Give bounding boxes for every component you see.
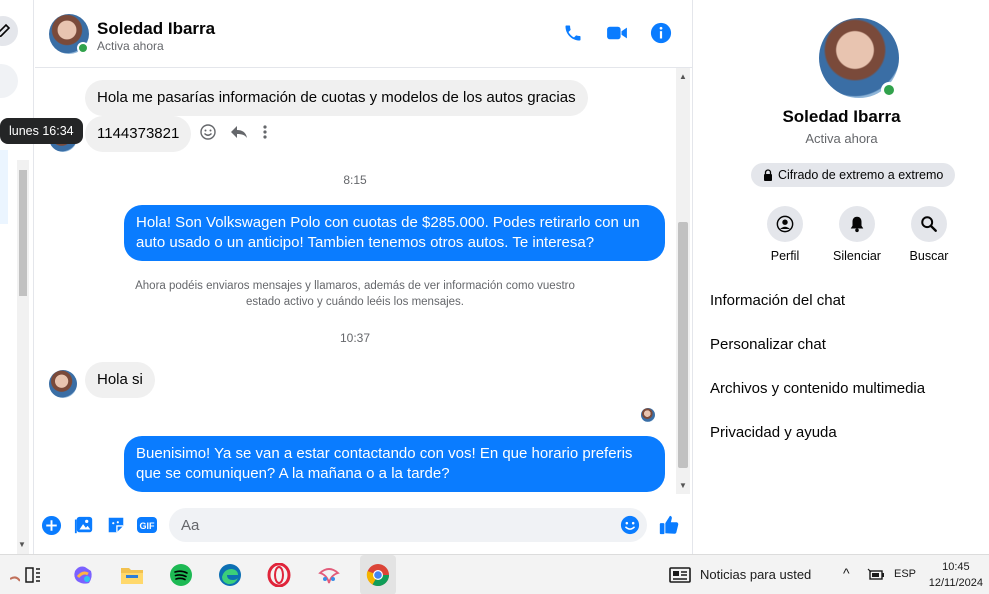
message-composer: GIF (35, 494, 692, 554)
incoming-message[interactable]: 1144373821 (85, 116, 192, 152)
action-label: Silenciar (833, 249, 881, 263)
mute-action[interactable]: Silenciar (817, 206, 897, 263)
incoming-message[interactable]: Hola me pasarías información de cuotas y… (85, 80, 588, 116)
clock-time: 10:45 (942, 561, 970, 573)
emoji-button[interactable] (619, 514, 641, 536)
profile-name: Soledad Ibarra (782, 107, 901, 126)
system-notice: Ahora podéis enviaros mensajes y llamaro… (135, 280, 575, 308)
bell-icon (850, 216, 864, 233)
message-list[interactable]: Hola me pasarías información de cuotas y… (35, 68, 675, 494)
search-icon (921, 216, 937, 232)
privacy-support-menu-item[interactable]: Privacidad y ayuda (710, 424, 837, 441)
message-actions (200, 124, 268, 140)
new-message-button[interactable] (0, 16, 18, 46)
image-icon (74, 516, 93, 534)
chrome-browser-icon[interactable] (365, 562, 391, 588)
action-label: Perfil (770, 249, 800, 263)
message-scroll-thumb[interactable] (678, 222, 688, 468)
contact-status: Activa ahora (97, 39, 164, 53)
profile-action[interactable]: Perfil (745, 206, 825, 263)
plus-circle-icon (41, 515, 61, 535)
search-action[interactable]: Buscar (889, 206, 969, 263)
video-camera-icon (607, 26, 627, 40)
spotify-icon[interactable] (168, 562, 194, 588)
reply-icon[interactable] (230, 124, 248, 140)
sender-avatar[interactable] (49, 370, 77, 398)
sticker-icon (108, 517, 124, 533)
edge-browser-icon[interactable] (217, 562, 243, 588)
copilot-icon[interactable] (70, 562, 96, 588)
message-input[interactable] (169, 508, 647, 542)
video-call-button[interactable] (606, 22, 628, 44)
more-options-icon[interactable] (262, 124, 268, 140)
action-label: Buscar (909, 249, 949, 263)
conversation-info-button[interactable] (650, 22, 672, 44)
scroll-down-arrow-icon[interactable]: ▼ (679, 481, 687, 490)
more-actions-button[interactable] (40, 514, 62, 536)
seen-receipt-avatar (641, 408, 655, 422)
show-hidden-icons-chevron-icon[interactable]: ^ (843, 565, 850, 581)
chat-list-scroll-thumb[interactable] (19, 170, 27, 296)
chat-header: Soledad Ibarra Activa ahora (35, 0, 692, 68)
attach-media-button[interactable] (73, 514, 95, 536)
file-explorer-icon[interactable] (119, 562, 145, 588)
outgoing-message[interactable]: Buenisimo! Ya se van a estar contactando… (124, 436, 665, 492)
task-view-icon[interactable] (20, 562, 46, 588)
react-smiley-icon[interactable] (200, 124, 216, 140)
sticker-button[interactable] (105, 514, 127, 536)
news-widget-icon[interactable] (667, 562, 693, 588)
windows-taskbar: Noticias para usted ^ ESP 10:45 12/11/20… (0, 554, 989, 594)
media-files-menu-item[interactable]: Archivos y contenido multimedia (710, 380, 925, 397)
news-widget-label[interactable]: Noticias para usted (700, 567, 811, 582)
info-icon (650, 22, 672, 44)
clock-date: 12/11/2024 (928, 577, 983, 589)
lock-icon (764, 169, 772, 181)
phone-icon (565, 25, 581, 41)
profile-icon (776, 215, 794, 233)
voice-call-button[interactable] (562, 22, 584, 44)
battery-network-icon[interactable] (863, 562, 889, 588)
timestamp: 10:37 (339, 331, 371, 345)
selected-chat-highlight (0, 150, 8, 224)
online-indicator (881, 82, 897, 98)
emoji-icon (620, 515, 640, 535)
chat-search-input[interactable] (0, 64, 18, 98)
like-button[interactable] (658, 514, 680, 536)
encryption-label: Cifrado de extremo a extremo (778, 168, 944, 182)
encryption-badge[interactable]: Cifrado de extremo a extremo (751, 163, 956, 187)
scroll-up-arrow-icon[interactable]: ▲ (679, 72, 687, 81)
gif-button[interactable]: GIF (136, 514, 158, 536)
profile-status: Activa ahora (805, 131, 878, 146)
thumbs-up-icon (659, 515, 679, 535)
messenger-window: ▼ Soledad Ibarra Activa ahora Hola me pa… (0, 0, 989, 594)
paint-app-icon[interactable] (316, 562, 342, 588)
contact-name[interactable]: Soledad Ibarra (97, 19, 215, 39)
incoming-message[interactable]: Hola si (85, 362, 155, 398)
scroll-down-arrow-icon[interactable]: ▼ (18, 540, 26, 549)
online-indicator (77, 42, 89, 54)
outgoing-message[interactable]: Hola! Son Volkswagen Polo con cuotas de … (124, 205, 665, 261)
chat-info-menu-item[interactable]: Información del chat (710, 292, 845, 309)
compose-icon (0, 23, 11, 38)
system-clock[interactable]: 10:45 12/11/2024 (929, 559, 983, 591)
timestamp: 8:15 (343, 173, 367, 187)
svg-text:GIF: GIF (140, 521, 156, 531)
chat-list-edge: ▼ (0, 0, 34, 554)
message-time-tooltip: lunes 16:34 (0, 118, 83, 144)
conversation-info-panel: Soledad Ibarra Activa ahora Cifrado de e… (692, 0, 989, 554)
gif-icon: GIF (137, 517, 157, 533)
customize-chat-menu-item[interactable]: Personalizar chat (710, 336, 826, 353)
input-language-indicator[interactable]: ESP (894, 568, 916, 580)
opera-browser-icon[interactable] (266, 562, 292, 588)
